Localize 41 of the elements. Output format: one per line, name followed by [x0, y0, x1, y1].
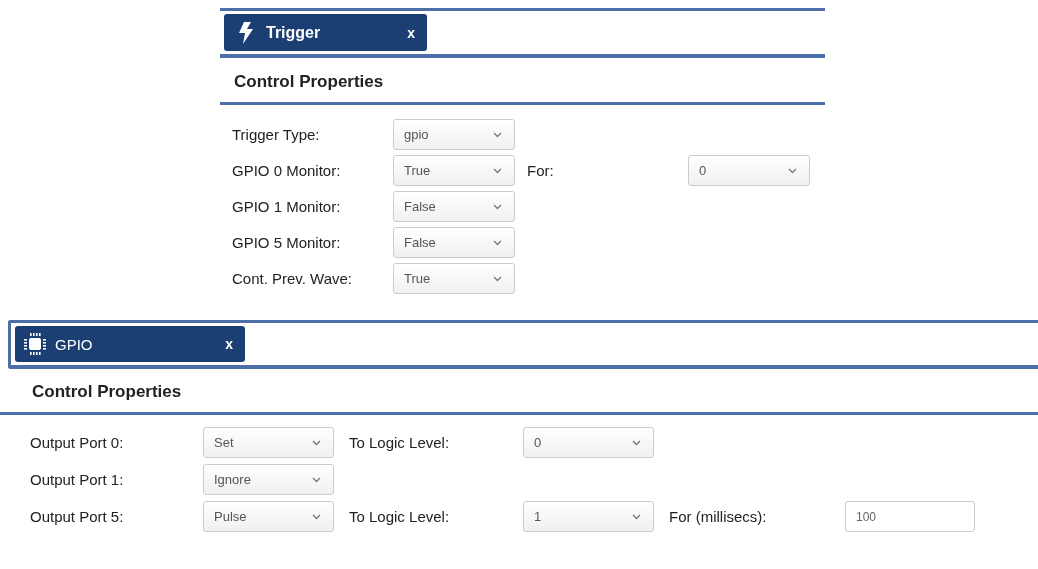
dropdown[interactable]: False — [393, 227, 515, 258]
field-label: Cont. Prev. Wave: — [232, 270, 354, 287]
chevron-down-icon — [312, 476, 321, 483]
chevron-down-icon — [493, 275, 502, 282]
section-header: Control Properties — [0, 369, 1038, 415]
field-label: To Logic Level: — [349, 434, 451, 451]
dropdown[interactable]: Set — [203, 427, 334, 458]
chevron-down-icon — [312, 439, 321, 446]
dropdown[interactable]: gpio — [393, 119, 515, 150]
dropdown[interactable]: 0 — [688, 155, 810, 186]
panel-tab[interactable]: GPIO x — [15, 326, 245, 362]
field-label: For: — [527, 162, 555, 179]
lightning-bolt-icon — [238, 21, 254, 44]
dropdown[interactable]: Pulse — [203, 501, 334, 532]
dropdown[interactable]: 1 — [523, 501, 654, 532]
chevron-down-icon — [788, 167, 797, 174]
chevron-down-icon — [493, 167, 502, 174]
section-header: Control Properties — [220, 58, 825, 105]
field-label: GPIO 5 Monitor: — [232, 234, 342, 251]
input-field[interactable]: 100 — [845, 501, 975, 532]
dropdown[interactable]: False — [393, 191, 515, 222]
field-label: Output Port 0: — [30, 434, 125, 451]
panel-tab[interactable]: Trigger x — [224, 14, 427, 51]
field-label: Output Port 5: — [30, 508, 125, 525]
field-label: GPIO 0 Monitor: — [232, 162, 342, 179]
chevron-down-icon — [493, 131, 502, 138]
field-label: GPIO 1 Monitor: — [232, 198, 342, 215]
dropdown[interactable]: 0 — [523, 427, 654, 458]
dropdown[interactable]: True — [393, 155, 515, 186]
chevron-down-icon — [632, 513, 641, 520]
field-label: To Logic Level: — [349, 508, 451, 525]
dropdown[interactable]: Ignore — [203, 464, 334, 495]
dropdown[interactable]: True — [393, 263, 515, 294]
field-label: Trigger Type: — [232, 126, 321, 143]
chevron-down-icon — [493, 239, 502, 246]
field-label: Output Port 1: — [30, 471, 125, 488]
chevron-down-icon — [312, 513, 321, 520]
chevron-down-icon — [632, 439, 641, 446]
chevron-down-icon — [493, 203, 502, 210]
field-label: For (millisecs): — [669, 508, 768, 525]
chip-icon — [23, 332, 47, 356]
